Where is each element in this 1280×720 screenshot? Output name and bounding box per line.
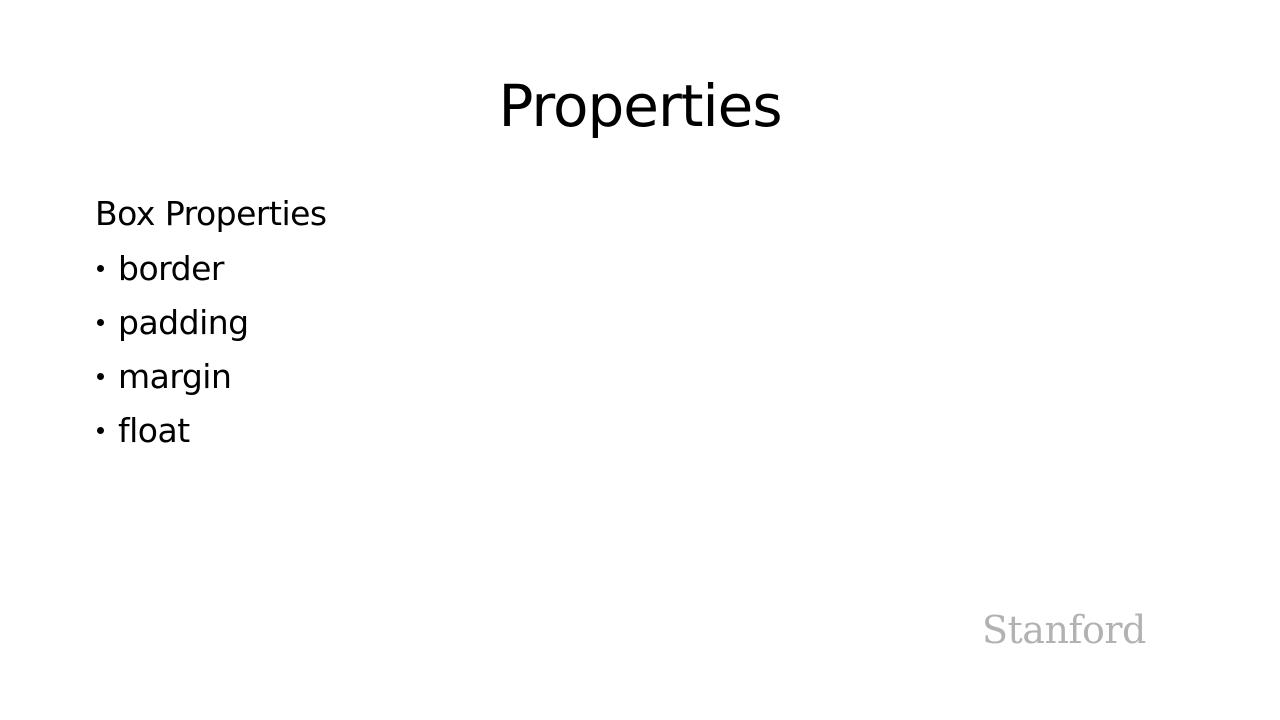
slide-title: Properties [498, 72, 782, 140]
list-item: padding [95, 300, 995, 344]
list-item-label: border [118, 248, 224, 288]
bullet-icon [97, 318, 104, 326]
bullet-icon [97, 426, 104, 434]
section-heading: Box Properties [95, 194, 327, 233]
list-item-label: margin [118, 356, 232, 396]
slide-content: Box Properties border padding margin flo… [95, 192, 995, 462]
bullet-icon [97, 372, 104, 380]
list-item: margin [95, 354, 995, 398]
list-item: float [95, 408, 995, 452]
slide: Properties Box Properties border padding… [0, 0, 1280, 720]
bullet-icon [97, 264, 104, 272]
list-item-label: padding [118, 302, 249, 342]
bullet-list: border padding margin float [95, 246, 995, 452]
list-item: border [95, 246, 995, 290]
list-item-label: float [118, 410, 190, 450]
stanford-logo: Stanford [982, 608, 1146, 652]
